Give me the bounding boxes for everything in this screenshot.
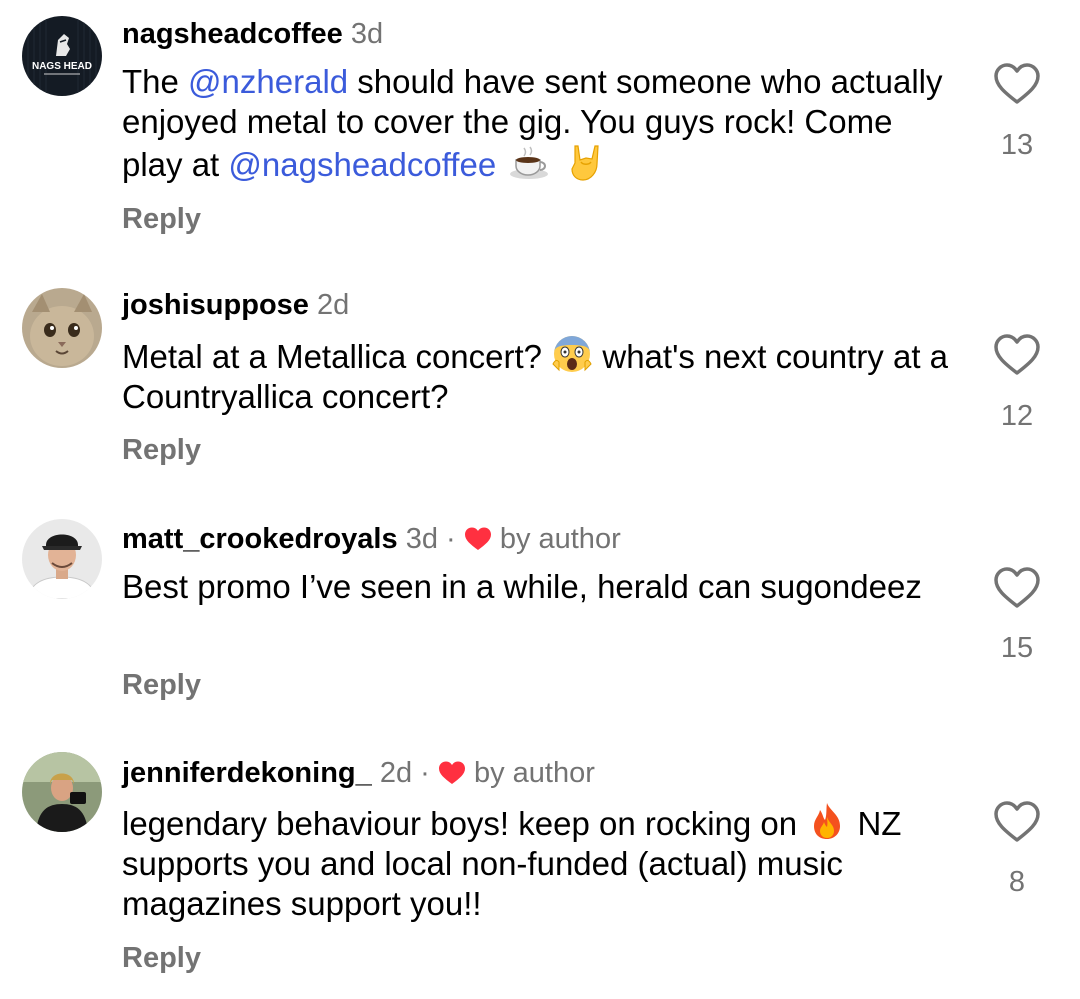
like-button[interactable] (992, 566, 1042, 610)
like-count: 8 (1008, 866, 1026, 898)
username[interactable]: jenniferdekoning_ (122, 757, 372, 789)
comment-header: matt_crookedroyals 3d · by author (122, 522, 621, 556)
coffee-emoji (509, 142, 551, 182)
like-button[interactable] (992, 62, 1042, 106)
comment-text-part: Best promo I’ve seen in a while, herald … (122, 568, 922, 605)
timestamp[interactable]: 2d (317, 289, 349, 321)
avatar[interactable] (22, 288, 102, 368)
user-avatar-image (22, 752, 102, 832)
comment-header: jenniferdekoning_ 2d · by author (122, 756, 595, 790)
reply-button[interactable]: Reply (122, 433, 201, 467)
separator-dot: · (420, 757, 430, 789)
logo-text: NAGS HEAD (32, 61, 92, 72)
reply-button[interactable]: Reply (122, 668, 201, 702)
comment-text-part: legendary behaviour boys! keep on rockin… (122, 805, 807, 842)
comment-text: legendary behaviour boys! keep on rockin… (122, 801, 952, 924)
heart-outline-icon (994, 801, 1040, 842)
comment-text-part: Metal at a Metallica concert? (122, 338, 552, 375)
reply-button[interactable]: Reply (122, 941, 201, 975)
reply-button[interactable]: Reply (122, 202, 201, 236)
comment-header: joshisuppose 2d (122, 288, 349, 322)
username[interactable]: joshisuppose (122, 289, 309, 321)
mention-link[interactable]: @nzherald (188, 63, 348, 100)
avatar[interactable]: NAGS HEAD (22, 16, 102, 96)
heart-filled-icon (438, 760, 466, 786)
like-count: 15 (1000, 632, 1034, 664)
timestamp[interactable]: 3d (406, 523, 438, 555)
comment-text: Metal at a Metallica concert? what's nex… (122, 334, 952, 417)
comment-text: Best promo I’ve seen in a while, herald … (122, 567, 952, 607)
avatar[interactable] (22, 519, 102, 599)
mention-link[interactable]: @nagsheadcoffee (228, 146, 496, 183)
author-liked-label: by author (499, 523, 621, 555)
comment-text-part: The (122, 63, 189, 100)
nags-head-logo: NAGS HEAD (22, 16, 102, 96)
timestamp[interactable]: 2d (380, 757, 412, 789)
heart-outline-icon (994, 334, 1040, 375)
fire-emoji (806, 801, 848, 841)
username[interactable]: matt_crookedroyals (122, 523, 398, 555)
rock-hand-emoji (565, 142, 607, 182)
like-button[interactable] (992, 333, 1042, 377)
comment-text: The @nzherald should have sent someone w… (122, 62, 952, 185)
username[interactable]: nagsheadcoffee (122, 18, 343, 50)
screaming-face-emoji (551, 334, 593, 374)
heart-outline-icon (994, 567, 1040, 608)
comment-header: nagsheadcoffee 3d (122, 17, 383, 51)
like-count: 12 (1000, 400, 1034, 432)
like-button[interactable] (992, 800, 1042, 844)
heart-outline-icon (994, 63, 1040, 104)
user-avatar-image (22, 519, 102, 599)
like-count: 13 (1000, 129, 1034, 161)
timestamp[interactable]: 3d (351, 18, 383, 50)
heart-filled-icon (464, 526, 492, 552)
separator-dot: · (446, 523, 456, 555)
cat-avatar-image (22, 288, 102, 368)
author-liked-label: by author (473, 757, 595, 789)
avatar[interactable] (22, 752, 102, 832)
